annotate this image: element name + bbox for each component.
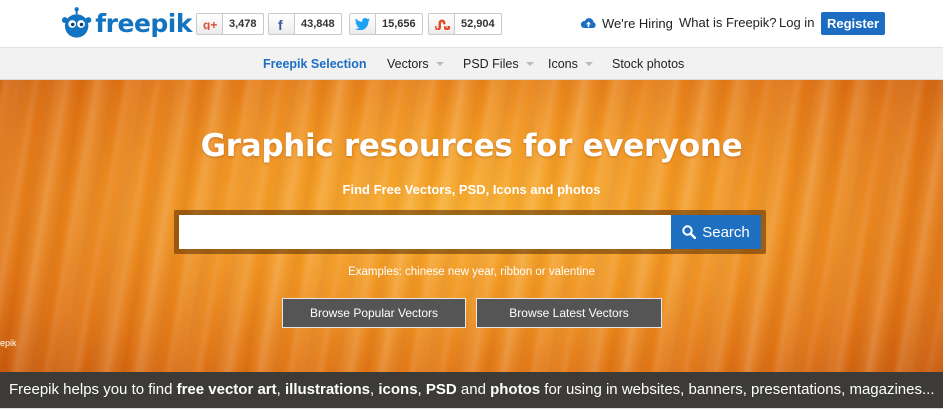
facebook-count: 43,848 bbox=[301, 18, 335, 30]
google-plus-count: 3,478 bbox=[229, 18, 257, 30]
browse-popular-vectors-button[interactable]: Browse Popular Vectors bbox=[282, 298, 466, 328]
search-input[interactable] bbox=[179, 215, 671, 249]
nav-label: Icons bbox=[548, 57, 578, 71]
search-button[interactable]: Search bbox=[671, 215, 761, 249]
google-plus-icon: g+ bbox=[197, 14, 223, 34]
nav-freepik-selection[interactable]: Freepik Selection bbox=[263, 48, 367, 80]
hero-edge-text: epik bbox=[0, 338, 17, 348]
what-is-freepik-link[interactable]: What is Freepik? bbox=[679, 13, 777, 33]
nav-label: Stock photos bbox=[612, 57, 685, 71]
cloud-upload-icon bbox=[580, 17, 596, 28]
nav-label: Vectors bbox=[387, 57, 429, 71]
hiring-label: We're Hiring bbox=[602, 15, 673, 31]
logo-text: freepik bbox=[95, 8, 192, 38]
freepik-logo[interactable]: freepik bbox=[60, 6, 192, 40]
tagline-keyword: icons bbox=[378, 381, 418, 398]
tagline-keyword: PSD bbox=[425, 381, 457, 398]
stumbleupon-share[interactable]: 52,904 bbox=[428, 13, 502, 35]
stumbleupon-count: 52,904 bbox=[461, 18, 495, 30]
facebook-share[interactable]: f 43,848 bbox=[268, 13, 342, 35]
tagline-text: Freepik helps you to find bbox=[9, 381, 177, 398]
login-link[interactable]: Log in bbox=[779, 13, 814, 33]
twitter-icon bbox=[350, 14, 376, 34]
stumbleupon-icon bbox=[429, 14, 455, 34]
hero-title: Graphic resources for everyone bbox=[200, 128, 743, 164]
were-hiring-link[interactable]: We're Hiring bbox=[580, 13, 673, 33]
freepik-mascot-icon bbox=[61, 7, 92, 38]
browse-latest-vectors-button[interactable]: Browse Latest Vectors bbox=[476, 298, 662, 328]
twitter-share[interactable]: 15,656 bbox=[349, 13, 423, 35]
bottom-strip bbox=[0, 408, 943, 415]
svg-text:f: f bbox=[278, 17, 283, 31]
svg-text:g+: g+ bbox=[203, 18, 217, 30]
tagline-text: and bbox=[456, 381, 491, 398]
tagline-bar: Freepik helps you to find free vector ar… bbox=[0, 372, 943, 408]
nav-icons[interactable]: Icons bbox=[548, 48, 593, 80]
google-plus-share[interactable]: g+ 3,478 bbox=[196, 13, 264, 35]
tagline-text: , bbox=[276, 381, 285, 398]
nav-label: PSD Files bbox=[463, 57, 519, 71]
hero-banner: Graphic resources for everyone Find Free… bbox=[0, 80, 943, 372]
facebook-icon: f bbox=[269, 14, 295, 34]
caret-down-icon bbox=[435, 62, 444, 66]
top-header: freepik g+ 3,478 f 43,848 15,656 52,904 … bbox=[0, 0, 943, 47]
caret-down-icon bbox=[584, 62, 593, 66]
search-button-label: Search bbox=[702, 223, 750, 241]
hero-subtitle: Find Free Vectors, PSD, Icons and photos bbox=[342, 182, 601, 197]
tagline-keyword: photos bbox=[490, 381, 541, 398]
nav-label: Freepik Selection bbox=[263, 57, 367, 71]
main-nav: Freepik Selection Vectors PSD Files Icon… bbox=[0, 47, 943, 80]
tagline-text: for using in websites, banners, presenta… bbox=[540, 381, 935, 398]
tagline-keyword: free vector art bbox=[176, 381, 277, 398]
search-box: Search bbox=[174, 210, 766, 254]
twitter-count: 15,656 bbox=[382, 18, 416, 30]
nav-stock-photos[interactable]: Stock photos bbox=[612, 48, 684, 80]
nav-vectors[interactable]: Vectors bbox=[387, 48, 444, 80]
register-button[interactable]: Register bbox=[821, 12, 885, 35]
tagline-text: , bbox=[417, 381, 426, 398]
nav-psd-files[interactable]: PSD Files bbox=[463, 48, 534, 80]
tagline-keyword: illustrations bbox=[285, 381, 371, 398]
search-examples: Examples: chinese new year, ribbon or va… bbox=[348, 266, 595, 278]
search-icon bbox=[682, 225, 697, 239]
caret-down-icon bbox=[525, 62, 534, 66]
